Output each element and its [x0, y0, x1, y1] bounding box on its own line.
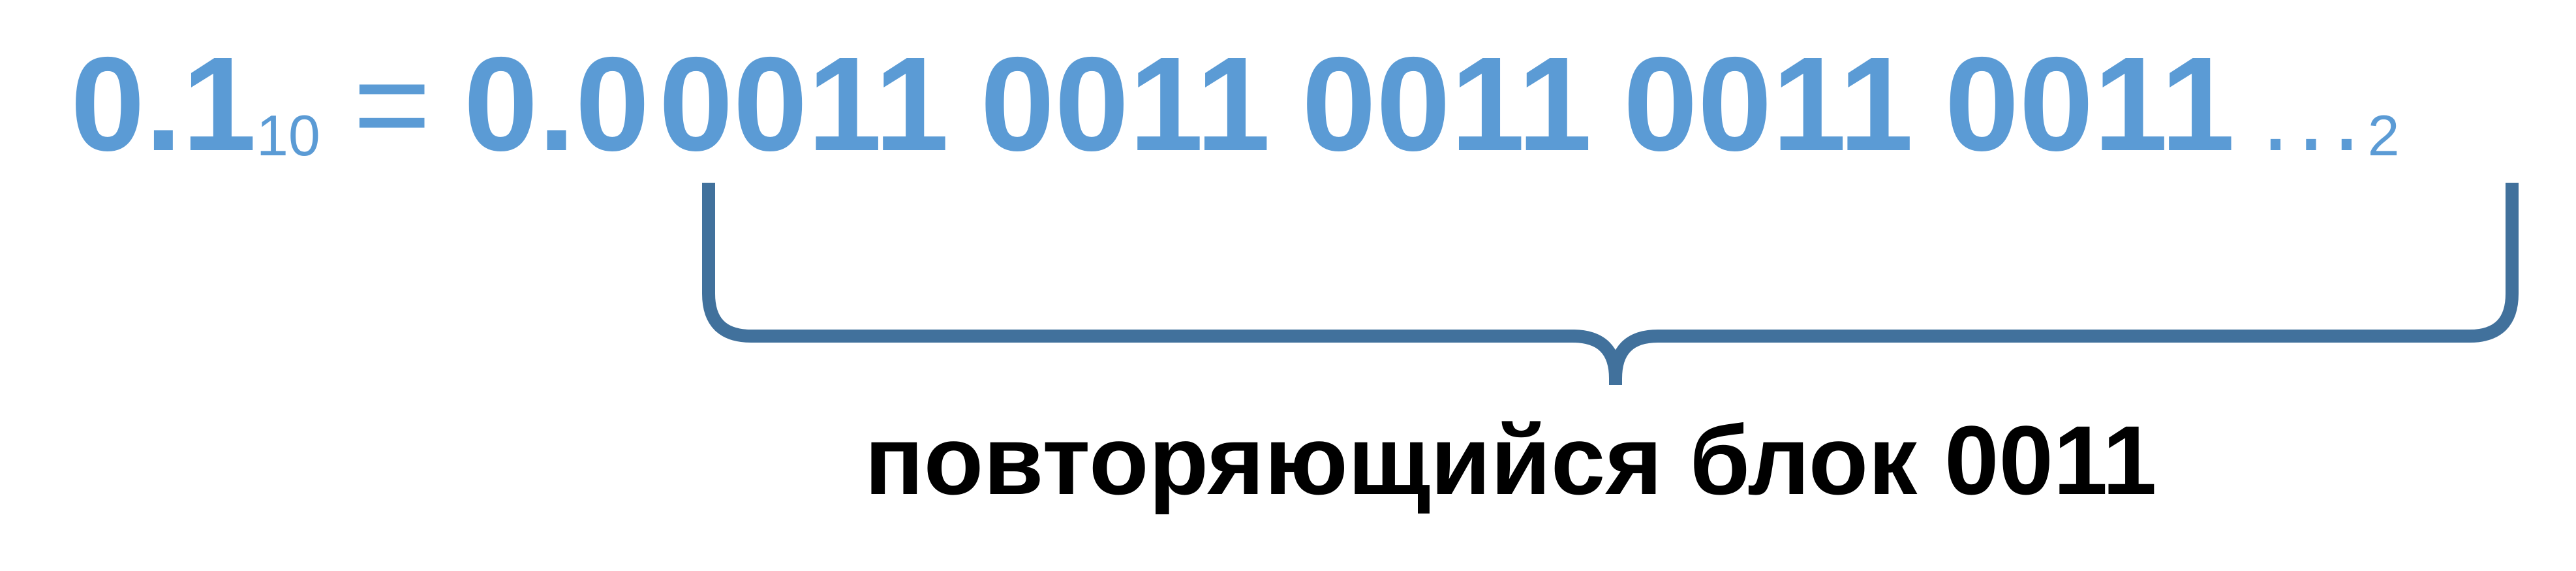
brace-path [702, 183, 2519, 385]
repeating-block-caption: повторяющийся блок 0011 [865, 405, 2157, 515]
